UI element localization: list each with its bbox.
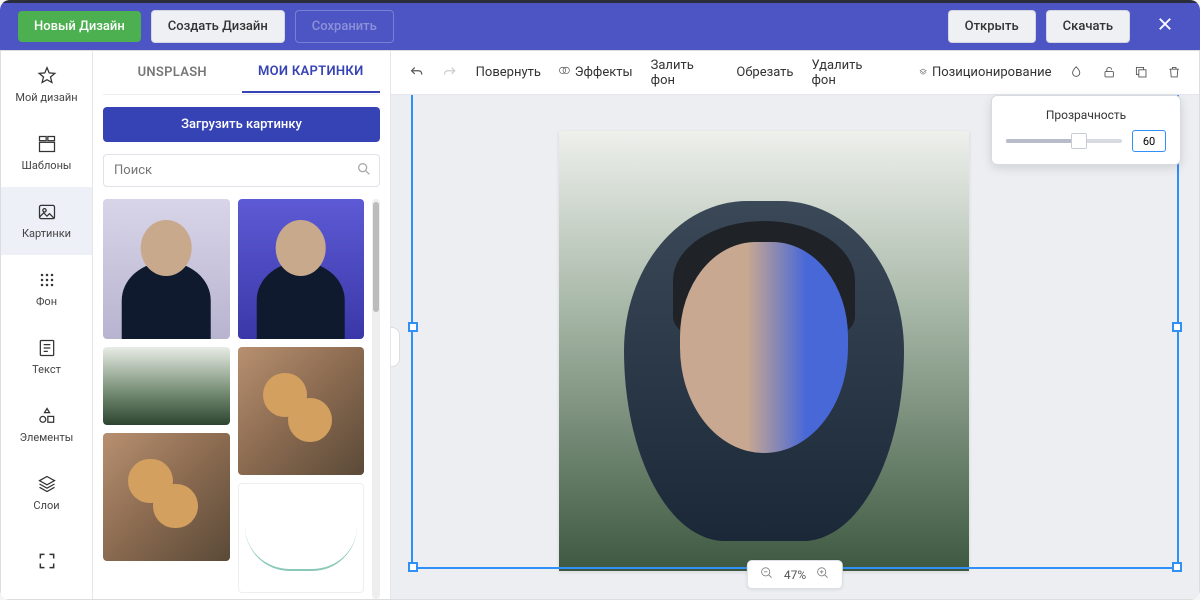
gallery-thumb[interactable] (238, 199, 365, 339)
nav-text[interactable]: Текст (1, 323, 92, 391)
nav-images[interactable]: Картинки (1, 187, 92, 255)
download-button[interactable]: Скачать (1046, 10, 1130, 43)
topbar: Новый Дизайн Создать Дизайн Сохранить От… (0, 0, 1200, 50)
context-toolbar: Повернуть Эффекты Залить фон Обрезать Уд… (391, 51, 1199, 95)
image-icon (37, 202, 57, 222)
zoom-in-icon[interactable] (816, 566, 830, 583)
save-button: Сохранить (295, 10, 394, 43)
duplicate-button[interactable] (1132, 61, 1150, 83)
create-design-button[interactable]: Создать Дизайн (151, 10, 285, 43)
expand-icon (37, 551, 57, 571)
gallery-thumb[interactable] (238, 347, 365, 475)
canvas-viewport[interactable]: 47% (391, 95, 1199, 599)
templates-icon (37, 134, 57, 154)
upload-button[interactable]: Загрузить картинку (103, 107, 380, 142)
gallery-thumb[interactable] (238, 483, 365, 593)
gallery-scrollbar[interactable] (372, 199, 380, 599)
star-icon (37, 66, 57, 86)
nav-layers[interactable]: Слои (1, 459, 92, 527)
opacity-slider[interactable] (1006, 139, 1122, 143)
zoom-out-icon[interactable] (760, 566, 774, 583)
panel-tabs: UNSPLASH МОИ КАРТИНКИ (103, 51, 380, 95)
canvas-area: Повернуть Эффекты Залить фон Обрезать Уд… (391, 51, 1199, 599)
opacity-input[interactable] (1132, 130, 1166, 152)
resize-handle-se[interactable] (1172, 562, 1182, 572)
delete-button[interactable] (1165, 61, 1183, 83)
text-icon (37, 338, 57, 358)
zoom-value: 47% (784, 568, 806, 582)
resize-handle-sw[interactable] (408, 562, 418, 572)
search-icon[interactable] (356, 161, 372, 181)
lock-button[interactable] (1100, 61, 1118, 83)
nav-label: Слои (33, 499, 59, 512)
left-nav: Мой дизайн Шаблоны Картинки Фон Текст Эл… (1, 51, 93, 599)
new-design-button[interactable]: Новый Дизайн (18, 11, 141, 42)
positioning-button[interactable]: Позиционирование (917, 61, 1054, 84)
close-icon[interactable] (1148, 14, 1182, 39)
image-gallery (103, 199, 380, 599)
layers-icon (37, 474, 57, 494)
opacity-button[interactable] (1067, 61, 1085, 83)
layers-icon (919, 65, 927, 80)
remove-bg-button[interactable]: Удалить фон (810, 54, 889, 92)
selected-image[interactable] (624, 201, 904, 541)
zoom-control: 47% (747, 560, 843, 589)
rotate-button[interactable]: Повернуть (474, 61, 543, 84)
search-input[interactable] (103, 154, 380, 187)
crop-button[interactable]: Обрезать (734, 61, 795, 84)
nav-background[interactable]: Фон (1, 255, 92, 323)
nav-my-design[interactable]: Мой дизайн (1, 51, 92, 119)
panel-collapse-handle[interactable] (391, 327, 400, 367)
gallery-thumb[interactable] (103, 347, 230, 425)
grid-icon (37, 270, 57, 290)
nav-fullscreen[interactable] (1, 527, 92, 595)
nav-label: Фон (36, 295, 57, 308)
resize-handle-w[interactable] (408, 322, 418, 332)
resize-handle-e[interactable] (1172, 322, 1182, 332)
opacity-popover: Прозрачность (991, 95, 1181, 165)
nav-label: Мой дизайн (15, 91, 77, 104)
tab-unsplash[interactable]: UNSPLASH (103, 53, 242, 92)
nav-label: Картинки (22, 227, 71, 240)
effects-icon (559, 65, 570, 80)
artboard[interactable] (559, 131, 969, 571)
nav-templates[interactable]: Шаблоны (1, 119, 92, 187)
nav-label: Шаблоны (22, 159, 72, 172)
gallery-thumb[interactable] (103, 433, 230, 561)
tab-my-images[interactable]: МОИ КАРТИНКИ (242, 52, 381, 93)
nav-label: Элементы (20, 431, 74, 444)
side-panel: UNSPLASH МОИ КАРТИНКИ Загрузить картинку (93, 51, 391, 599)
undo-button[interactable] (407, 61, 426, 84)
shapes-icon (37, 406, 57, 426)
effects-button[interactable]: Эффекты (557, 61, 635, 84)
popover-title: Прозрачность (1006, 108, 1166, 122)
nav-label: Текст (32, 363, 61, 376)
fill-bg-button[interactable]: Залить фон (649, 54, 721, 92)
gallery-thumb[interactable] (103, 199, 230, 339)
redo-button[interactable] (440, 61, 459, 84)
open-button[interactable]: Открыть (948, 10, 1036, 43)
slider-thumb[interactable] (1071, 133, 1087, 149)
nav-elements[interactable]: Элементы (1, 391, 92, 459)
